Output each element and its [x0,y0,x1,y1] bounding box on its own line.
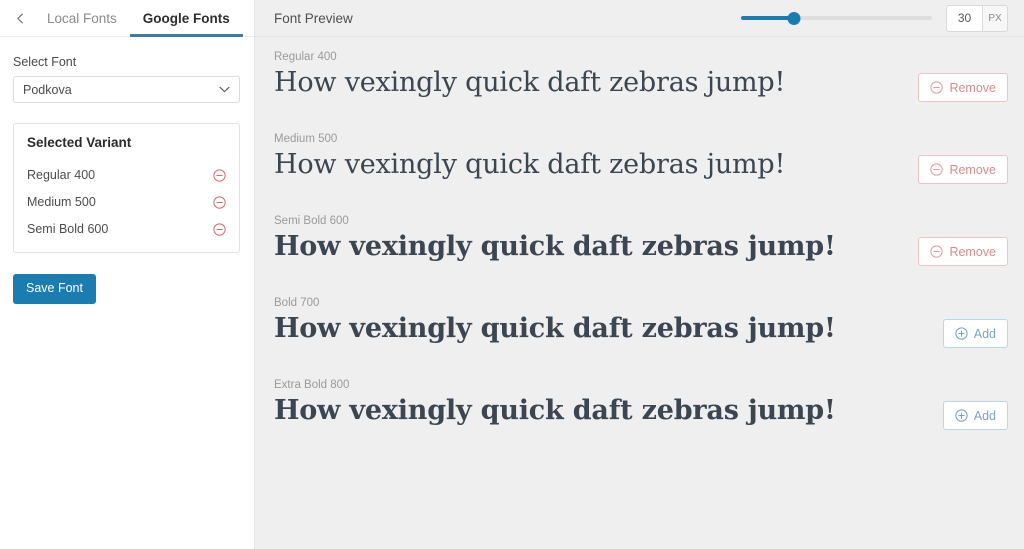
selected-variant-row: Regular 400 [27,162,226,188]
plus-circle-icon [955,409,968,422]
minus-circle-icon [930,163,944,176]
preview-weight-label: Extra Bold 800 [274,379,350,391]
selected-variant-card: Selected Variant Regular 400 Medium 500 [13,123,240,253]
font-size-group: PX [946,4,1008,32]
sidebar: Local Fonts Google Fonts Select Font Pod… [0,0,255,549]
font-size-unit-label: PX [982,4,1008,32]
preview-sample-text: How vexingly quick daft zebras jump! [274,313,836,344]
selected-variant-label: Semi Bold 600 [27,222,109,236]
minus-circle-icon[interactable] [212,195,226,209]
remove-variant-button[interactable]: Remove [918,155,1008,184]
font-size-input[interactable] [946,4,982,32]
preview-sample-text: How vexingly quick daft zebras jump! [274,231,836,262]
preview-weight-label: Medium 500 [274,133,338,145]
selected-variant-label: Regular 400 [27,168,96,182]
row-action: Remove [918,237,1008,266]
minus-circle-icon [930,245,944,258]
add-variant-label: Add [973,408,996,423]
remove-variant-button[interactable]: Remove [918,73,1008,102]
select-font-dropdown[interactable]: Podkova [13,76,240,103]
minus-circle-icon[interactable] [212,168,226,182]
preview-header: Font Preview PX [255,0,1024,37]
preview-weight-label: Regular 400 [274,51,337,63]
remove-variant-label: Remove [949,80,996,95]
select-font-label: Select Font [13,55,77,69]
preview-sample-text: How vexingly quick daft zebras jump! [274,149,786,180]
preview-sample-text: How vexingly quick daft zebras jump! [274,395,836,426]
select-font-value: Podkova [23,82,72,97]
selected-variant-row: Medium 500 [27,189,226,215]
chevron-left-icon[interactable] [12,10,28,26]
add-variant-button[interactable]: Add [942,319,1008,348]
font-manager-app: Local Fonts Google Fonts Select Font Pod… [0,0,1024,549]
preview-row: Semi Bold 600 How vexingly quick daft ze… [274,215,1008,297]
row-action: Remove [918,73,1008,102]
page-title: Font Preview [274,10,353,26]
plus-circle-icon [955,327,968,340]
preview-row: Medium 500 How vexingly quick daft zebra… [274,133,1008,215]
preview-row: Regular 400 How vexingly quick daft zebr… [274,51,1008,133]
minus-circle-icon[interactable] [212,222,226,236]
selected-variant-title: Selected Variant [27,135,132,150]
font-size-slider[interactable] [741,9,932,27]
sidebar-body: Select Font Podkova Selected Variant Reg… [0,37,254,304]
save-font-button[interactable]: Save Font [13,274,96,304]
tab-local-fonts[interactable]: Local Fonts [34,0,130,37]
preview-sample-text: How vexingly quick daft zebras jump! [274,67,786,98]
row-action: Add [942,401,1008,430]
preview-row: Bold 700 How vexingly quick daft zebras … [274,297,1008,379]
add-variant-label: Add [973,326,996,341]
remove-variant-label: Remove [949,162,996,177]
row-action: Add [942,319,1008,348]
chevron-down-icon [218,84,230,96]
slider-fill [741,16,795,20]
row-action: Remove [918,155,1008,184]
font-preview-panel: Font Preview PX Regular 400 How vexingly… [255,0,1024,549]
sidebar-tabs: Local Fonts Google Fonts [0,0,254,37]
slider-thumb[interactable] [787,11,801,25]
preview-weight-label: Semi Bold 600 [274,215,349,227]
selected-variant-label: Medium 500 [27,195,96,209]
tab-google-fonts[interactable]: Google Fonts [130,0,243,37]
minus-circle-icon [930,81,944,94]
remove-variant-label: Remove [949,244,996,259]
selected-variant-row: Semi Bold 600 [27,216,226,242]
preview-row: Extra Bold 800 How vexingly quick daft z… [274,379,1008,461]
preview-list: Regular 400 How vexingly quick daft zebr… [255,37,1024,461]
remove-variant-button[interactable]: Remove [918,237,1008,266]
add-variant-button[interactable]: Add [942,401,1008,430]
preview-weight-label: Bold 700 [274,297,320,309]
header-controls: PX [741,4,1008,32]
